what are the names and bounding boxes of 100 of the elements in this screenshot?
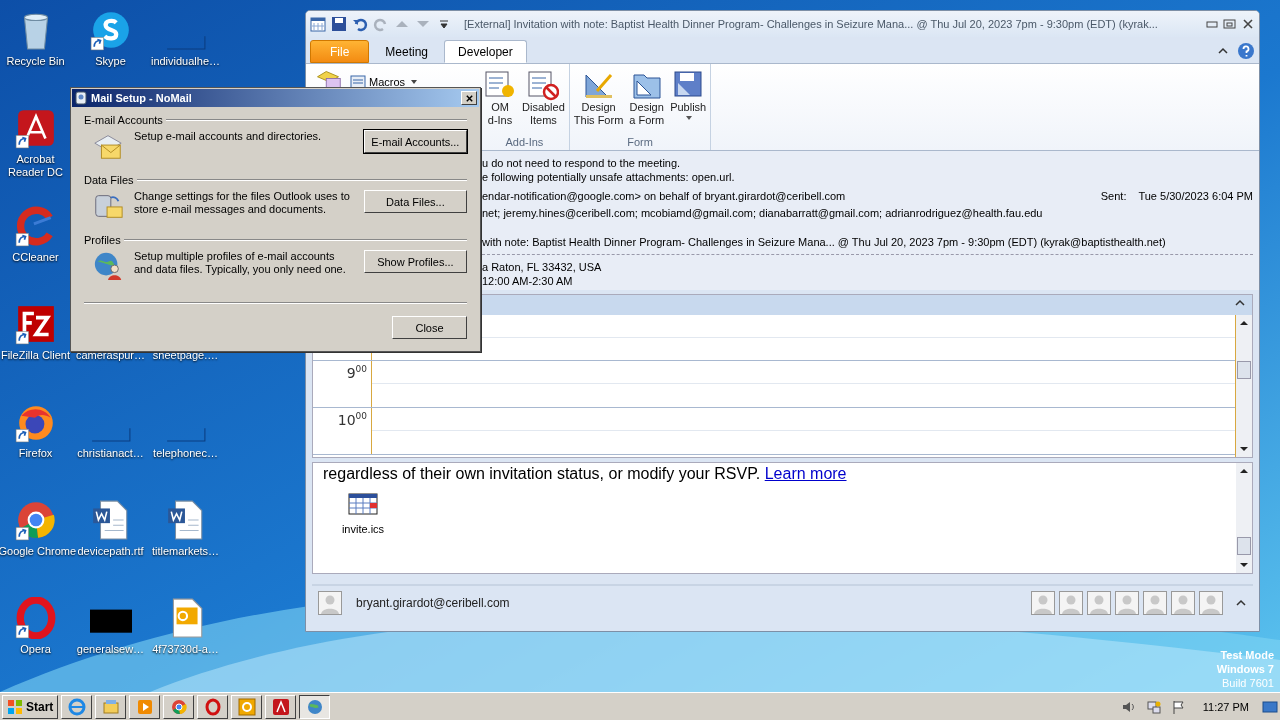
ribbon-button[interactable]: OM d-Ins (482, 67, 518, 136)
windows-logo (7, 698, 23, 715)
ribbon-tab[interactable]: Meeting (371, 40, 443, 63)
outlook-taskbar-button[interactable] (231, 694, 263, 719)
dialog-title: Mail Setup - NoMail (91, 92, 192, 104)
scrollbar[interactable] (1236, 463, 1252, 573)
desktop-icon-label: christianact… (77, 447, 144, 460)
acrobat-taskbar-button[interactable] (265, 694, 297, 719)
dialog-button[interactable]: Show Profiles... (363, 250, 467, 273)
desktop-icon-label: telephonec… (153, 447, 218, 460)
close-button[interactable] (461, 91, 477, 105)
avatar-icon[interactable] (1171, 591, 1195, 615)
scrollbar[interactable] (1236, 315, 1252, 457)
clock[interactable]: 11:27 PM (1202, 700, 1249, 713)
avatar-icon[interactable] (1199, 591, 1223, 615)
desktop-icon-label: sheetpage.… (152, 349, 219, 362)
ribbon-button[interactable]: Design a Form (627, 67, 667, 136)
section-heading: Profiles (84, 234, 121, 246)
desktop-icon-label: devicepath.rtf (77, 545, 144, 558)
subject-field: with note: Baptist Health Dinner Program- Challenges in Seizure Mana... @ Thu Jul 20, 2023 7pm - 9:30pm (EDT) (kyrak@baptisthealth.net) (482, 235, 1253, 255)
help-icon[interactable] (1237, 42, 1255, 60)
watermark-text: Test Mode (1220, 648, 1274, 662)
to-field: net; jeremy.hines@ceribell.com; mcobiamd@gmail.com; dianabarratt@gmail.com; adrianrodriguez@health.fau.edu (482, 206, 1253, 220)
desktop-icon-label: generalsew… (76, 643, 145, 656)
desktop-icon (1262, 698, 1278, 715)
skype-icon[interactable] (89, 9, 132, 51)
mail-setup-icon (74, 91, 88, 105)
minimize-icon[interactable] (1205, 18, 1219, 30)
pdf-app-icon (271, 697, 290, 716)
calendar-file-icon[interactable] (348, 493, 378, 515)
disabled-list-icon (527, 69, 560, 101)
when-field: 12:00 AM-2:30 AM (482, 274, 1253, 288)
ribbon-button[interactable]: Disabled Items (520, 67, 567, 136)
message-text: regardless of their own invitation status, or modify your RSVP. Learn more (323, 465, 848, 483)
scroll-thumb[interactable] (1237, 537, 1251, 555)
section-heading: Data Files (84, 174, 134, 186)
ribbon-button[interactable]: Design This Form (571, 67, 626, 136)
desktop-icon-label: Opera (20, 643, 51, 656)
mailsetup-taskbar-button[interactable] (299, 694, 331, 719)
opera-icon (203, 697, 222, 716)
publish-button[interactable]: Publish (668, 67, 709, 136)
sender-name[interactable]: bryant.girardot@ceribell.com (356, 596, 510, 610)
close-button[interactable]: Close (392, 316, 467, 339)
outlook-icon (237, 697, 256, 716)
group-label: Add-Ins (504, 136, 545, 148)
explorer-taskbar-button[interactable] (95, 694, 127, 719)
pdf-app-icon[interactable] (14, 107, 57, 149)
info-notice: u do not need to respond to the meeting. (482, 156, 682, 170)
chrome-icon[interactable] (14, 499, 57, 541)
desktop-icon-label: Firefox (18, 447, 53, 460)
macros-icon (350, 74, 366, 90)
watermark-text: Windows 7 (1216, 662, 1274, 676)
globe-user-icon (92, 250, 124, 282)
flag-icon[interactable] (1170, 698, 1187, 715)
ribbon-tab[interactable]: Developer (444, 40, 527, 63)
group-label: Form (626, 136, 654, 148)
save-icon[interactable] (331, 16, 347, 32)
network-icon[interactable] (1145, 698, 1162, 715)
scroll-thumb[interactable] (1237, 361, 1251, 379)
ie-taskbar-button[interactable] (61, 694, 93, 719)
avatar-icon[interactable] (1031, 591, 1055, 615)
chrome-taskbar-button[interactable] (163, 694, 195, 719)
section-description: Setup e-mail accounts and directories. (134, 130, 323, 143)
desktop-icon-label: Skype (95, 55, 126, 68)
opera-icon[interactable] (14, 597, 57, 639)
desktop-icon-label: CCleaner (12, 251, 59, 264)
media-taskbar-button[interactable] (129, 694, 161, 719)
desktop-icon-label: Acrobat Reader DC (7, 153, 64, 179)
sent-date: Tue 5/30/2023 6:04 PM (1138, 189, 1253, 203)
globe-icon (305, 697, 324, 716)
close-icon[interactable] (1241, 18, 1255, 30)
learn-more-link[interactable]: Learn more (764, 465, 847, 482)
avatar-icon[interactable] (1087, 591, 1111, 615)
location-field: a Raton, FL 33432, USA (482, 260, 1253, 274)
watermark-text: Build 7601 (1222, 676, 1274, 690)
avatar-icon[interactable] (1143, 591, 1167, 615)
avatar-icon[interactable] (318, 591, 342, 615)
filezilla-icon[interactable] (14, 303, 57, 345)
desktop-icon-label: titlemarkets… (151, 545, 220, 558)
from-field: endar-notification@google.com> on behalf of bryant.girardot@ceribell.com (482, 189, 846, 203)
window-title: [External] Invitation with note: Baptist Health Dinner Program- Challenges in Seizure Mana... @ Thu Jul 20, 2023 7pm - 9:30pm (EDT) (kyrak... (464, 18, 1158, 30)
media-player-icon (135, 697, 154, 716)
restore-icon[interactable] (1223, 18, 1237, 30)
info-notice: e following potentially unsafe attachments: open.url. (482, 170, 736, 184)
dialog-button[interactable]: Data Files... (363, 190, 467, 213)
desktop-icon-label: Recycle Bin (6, 55, 65, 68)
dialog-button[interactable]: E-mail Accounts... (363, 130, 467, 153)
avatar-icon[interactable] (1059, 591, 1083, 615)
sent-label: Sent: (1100, 189, 1127, 203)
attachment-name[interactable]: invite.ics (341, 523, 385, 535)
chrome-icon (169, 697, 188, 716)
opera-taskbar-button[interactable] (197, 694, 229, 719)
start-button[interactable]: Start (2, 694, 59, 719)
desktop-icon-label: FileZilla Client (0, 349, 71, 362)
show-desktop-button[interactable] (1262, 698, 1278, 715)
section-description: Setup multiple profiles of e-mail accounts and data files. Typically, you only need one. (134, 250, 347, 276)
avatar-icon[interactable] (1115, 591, 1139, 615)
undo-icon[interactable] (352, 16, 368, 32)
dropdown-arrow-icon (410, 78, 419, 86)
calendar-icon[interactable] (310, 16, 326, 32)
